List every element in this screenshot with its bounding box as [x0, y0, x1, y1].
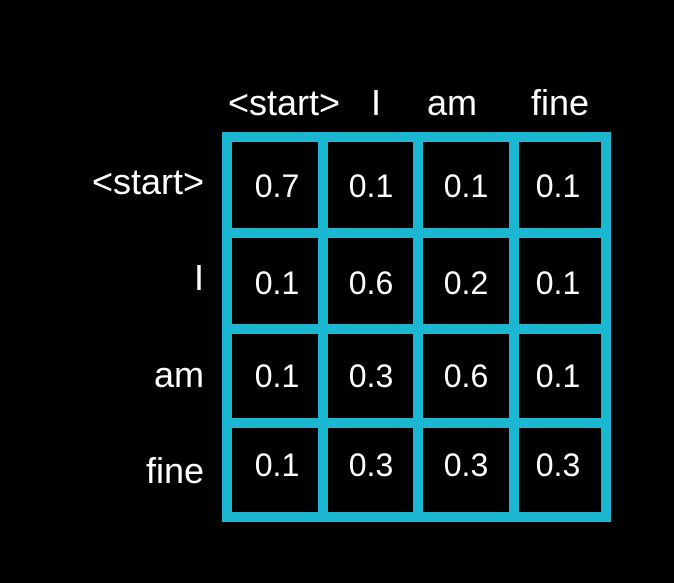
column-label-i: I [370, 82, 381, 123]
matrix-cell: 0.6 [443, 358, 489, 394]
row-label-fine: fine [145, 450, 204, 491]
matrix-cell: 0.3 [348, 447, 394, 483]
matrix-cell: 0.1 [254, 447, 300, 483]
matrix-cell: 0.1 [535, 168, 581, 204]
attention-matrix-grid: 0.7 0.1 0.1 0.1 0.1 0.6 0.2 0.1 0.1 0.3 … [222, 132, 611, 522]
matrix-cell: 0.1 [254, 358, 300, 394]
matrix-cell: 0.3 [348, 358, 394, 394]
matrix-cell: 0.6 [348, 265, 394, 301]
matrix-cell: 0.3 [443, 447, 489, 483]
matrix-cell: 0.1 [254, 265, 300, 301]
column-label-fine: fine [530, 82, 590, 123]
matrix-cell: 0.1 [348, 168, 394, 204]
matrix-cell: 0.7 [254, 168, 300, 204]
grid-line-vertical [413, 142, 423, 512]
matrix-cell: 0.1 [535, 358, 581, 394]
matrix-cell: 0.1 [535, 265, 581, 301]
row-label-start: <start> [91, 161, 204, 202]
column-label-am: am [426, 82, 477, 123]
grid-line-vertical [318, 142, 328, 512]
row-label-i: I [193, 257, 204, 298]
row-label-am: am [153, 354, 204, 395]
matrix-cell: 0.1 [443, 168, 489, 204]
matrix-cell: 0.2 [443, 265, 489, 301]
column-label-start: <start> [227, 82, 341, 123]
matrix-cell: 0.3 [535, 447, 581, 483]
